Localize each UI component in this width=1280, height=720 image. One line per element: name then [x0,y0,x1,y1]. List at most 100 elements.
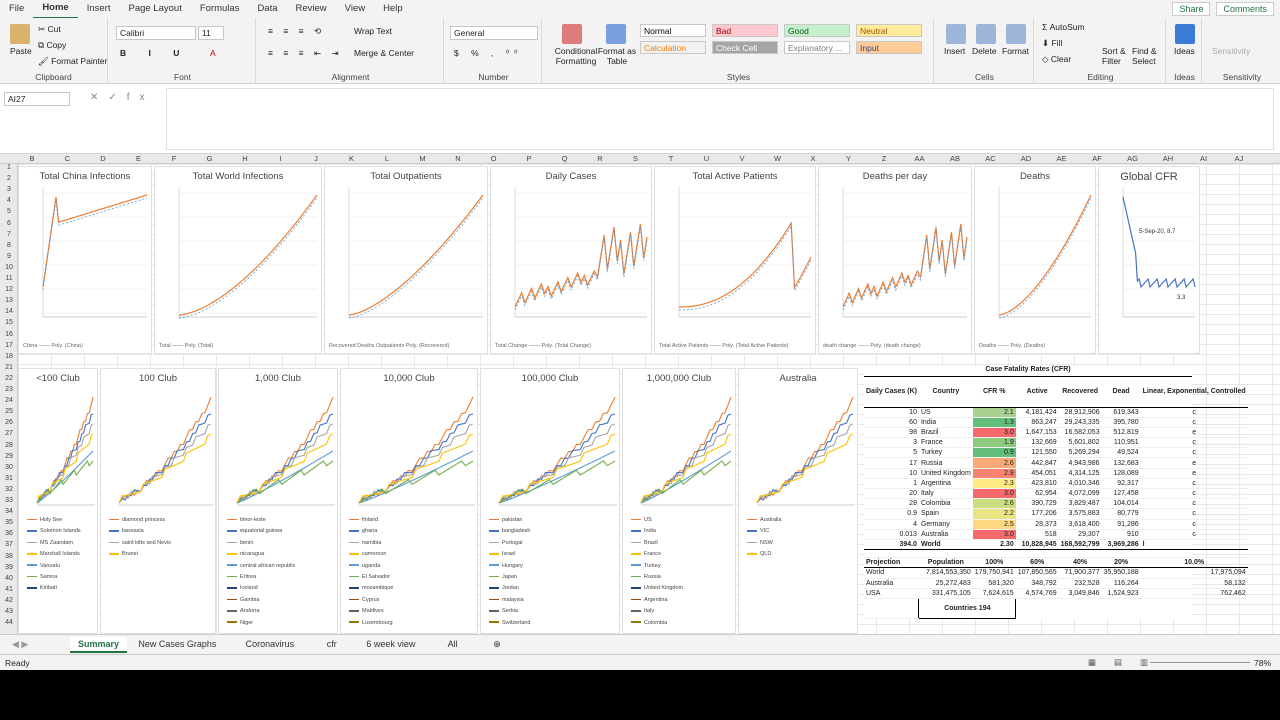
table-cell[interactable]: 17,975,094 [1140,567,1248,579]
table-cell[interactable]: 25,272,483 [918,578,973,589]
table-cell[interactable]: France [918,437,973,449]
find-select-button[interactable]: Find & Select [1132,46,1164,66]
table-cell[interactable]: 3,969,286 [1101,538,1141,551]
sheet-tab-cfr[interactable]: cfr [319,637,345,651]
column-header[interactable]: AA [910,154,930,163]
sheet-tab-6-week-view[interactable]: 6 week view [358,637,423,651]
table-cell[interactable]: 132,669 [1015,437,1059,449]
sheet-tab-coronavirus[interactable]: Coronavirus [238,637,303,651]
table-cell[interactable]: c [1140,478,1248,490]
table-cell[interactable]: 762,462 [1140,588,1248,599]
table-cell[interactable]: 3.0 [972,488,1016,500]
font-size-field[interactable]: 11 [198,26,224,40]
chart-1-000-000-club[interactable]: 1,000,000 Club US India Brazil France Turkey R… [622,368,736,634]
table-cell[interactable]: 92,317 [1101,478,1141,490]
table-cell[interactable]: 62,954 [1015,488,1059,500]
table-cell[interactable]: 348,792 [1015,578,1059,589]
fill-button[interactable]: ⬇ Fill [1042,38,1062,49]
table-cell[interactable]: Turkey [918,447,973,459]
row-header[interactable]: 35 [0,519,18,526]
table-cell[interactable]: 60 [864,417,919,428]
row-header[interactable]: 4 [0,197,18,204]
column-header[interactable]: AJ [1229,154,1249,163]
column-header[interactable]: R [590,154,610,163]
cell-style-7[interactable]: Input [856,41,922,54]
table-cell[interactable]: e [1140,468,1248,479]
table-cell[interactable]: 80,779 [1101,508,1141,520]
table-cell[interactable]: c [1140,417,1248,428]
table-cell[interactable]: Russia [918,457,973,469]
table-cell[interactable]: 442,847 [1015,457,1059,469]
table-cell[interactable]: India [918,417,973,428]
table-cell[interactable]: 1 [864,478,919,490]
table-cell[interactable]: 454,051 [1015,468,1059,479]
row-header[interactable]: 21 [0,364,18,371]
table-cell[interactable]: 3,049,846 [1058,588,1102,599]
column-header[interactable]: O [484,154,504,163]
table-cell[interactable]: 3,618,400 [1058,519,1102,530]
column-header[interactable]: X [803,154,823,163]
menu-tab-data[interactable]: Data [248,0,286,18]
sort-filter-button[interactable]: Sort & Filter [1102,46,1130,66]
table-cell[interactable]: US [918,407,973,418]
cell-style-6[interactable]: Explanatory ... [784,41,850,54]
column-header[interactable]: K [342,154,362,163]
table-cell[interactable]: 581,320 [972,578,1016,589]
chart-total-world-infections[interactable]: Total World Infections Total —— Poly. (To… [154,166,322,354]
number-format-icons[interactable]: $ % , ⁰⁰ [454,48,523,59]
table-cell[interactable]: 232,528 [1058,578,1102,589]
table-cell[interactable]: 132,683 [1101,457,1141,469]
table-cell[interactable]: 3.0 [972,427,1016,439]
column-header[interactable]: AD [1016,154,1036,163]
table-cell[interactable]: c [1140,519,1248,530]
table-cell[interactable]: 910 [1101,529,1141,540]
table-cell[interactable]: 49,524 [1101,447,1141,459]
row-header[interactable]: 1 [0,164,18,171]
row-header[interactable]: 9 [0,253,18,260]
chart-deaths[interactable]: Deaths Deaths —— Poly. (Deaths) [974,166,1096,354]
row-header[interactable]: 30 [0,464,18,471]
clear-button[interactable]: ◇ Clear [1042,54,1071,65]
table-cell[interactable]: 4,314,125 [1058,468,1102,479]
table-cell[interactable]: 128,089 [1101,468,1141,479]
chart-total-outpatients[interactable]: Total Outpatients Recovered Deaths Outpat… [324,166,488,354]
row-header[interactable]: 44 [0,619,18,626]
column-header[interactable]: M [413,154,433,163]
table-cell[interactable]: 423,810 [1015,478,1059,490]
column-header[interactable]: W [768,154,788,163]
table-cell[interactable]: 4,574,769 [1015,588,1059,599]
row-header[interactable]: 34 [0,508,18,515]
row-header[interactable]: 24 [0,397,18,404]
table-cell[interactable]: Australia [864,578,919,589]
row-header[interactable]: 6 [0,220,18,227]
table-cell[interactable]: 2.1 [972,407,1016,418]
table-cell[interactable]: 1.3 [972,417,1016,428]
table-cell[interactable]: World [918,538,973,551]
table-cell[interactable]: c [1140,407,1248,418]
insert-button[interactable]: Insert [944,46,965,56]
conditional-formatting-icon[interactable] [562,24,582,44]
table-cell[interactable]: 71,900,377 [1058,567,1102,579]
cut-button[interactable]: ✂ Cut [38,24,61,35]
number-format-field[interactable]: General [450,26,538,40]
paste-button[interactable]: Paste [10,46,32,56]
add-sheet-icon[interactable]: ⊕ [485,637,509,652]
column-header[interactable]: H [235,154,255,163]
menu-tab-view[interactable]: View [336,0,374,18]
column-header[interactable]: N [448,154,468,163]
table-cell[interactable]: 10 [864,468,919,479]
formula-input[interactable] [166,88,1274,150]
table-cell[interactable]: 512,819 [1101,427,1141,439]
menu-tab-help[interactable]: Help [374,0,412,18]
font-color-icon[interactable]: A [210,48,216,58]
row-header[interactable]: 5 [0,208,18,215]
column-header[interactable]: F [164,154,184,163]
row-header[interactable]: 37 [0,541,18,548]
row-header[interactable]: 32 [0,486,18,493]
table-cell[interactable]: 1,524,923 [1101,588,1141,599]
chart-total-china-infections[interactable]: Total China Infections China —— Poly. (Ch… [18,166,152,354]
table-cell[interactable]: World [864,567,919,579]
table-cell[interactable]: 29,307 [1058,529,1102,540]
chart-global-cfr[interactable]: Global CFR 5-Sep-20, 8.7 3.3 [1098,166,1200,354]
format-button[interactable]: Format [1002,46,1029,56]
